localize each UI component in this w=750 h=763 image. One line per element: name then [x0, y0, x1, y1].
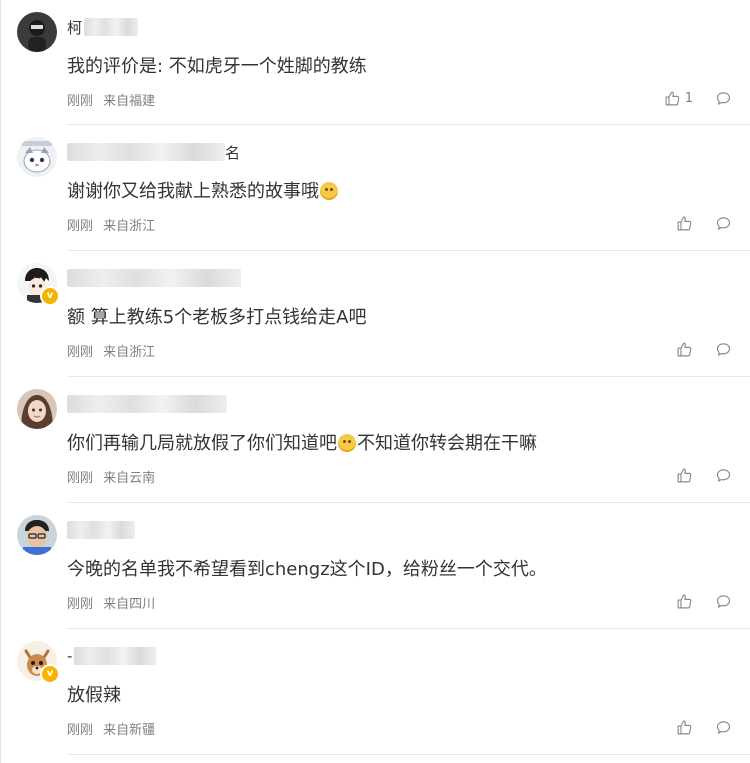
comment-meta: 刚刚 来自云南	[67, 467, 155, 486]
comment-meta: 刚刚 来自福建	[67, 90, 155, 109]
comment-actions	[676, 213, 732, 233]
username-blurred	[84, 18, 139, 36]
comment-actions: 1	[664, 88, 732, 108]
comment-item: 柯 我的评价是: 不如虎牙一个姓脚的教练 刚刚 来自福建 1	[1, 0, 750, 125]
comment-time: 刚刚	[67, 597, 94, 612]
username[interactable]: 柯	[67, 17, 139, 37]
reply-button[interactable]	[715, 467, 732, 484]
username[interactable]: 名	[67, 142, 240, 162]
comment-text-body: 谢谢你又给我献上熟悉的故事哦	[67, 181, 319, 202]
comment-time: 刚刚	[67, 219, 94, 234]
divider	[67, 754, 750, 755]
avatar-image	[17, 515, 57, 555]
thumbs-up-icon	[677, 342, 692, 356]
thumbs-up-icon	[665, 91, 680, 105]
avatar[interactable]	[17, 389, 57, 429]
comment-text: 今晚的名单我不希望看到chengz这个ID，给粉丝一个交代。	[67, 559, 547, 580]
avatar-image	[17, 389, 57, 429]
comment-actions	[676, 717, 732, 737]
like-button[interactable]	[676, 719, 693, 736]
like-button[interactable]: 1	[664, 90, 693, 107]
avatar[interactable]: v	[17, 263, 60, 306]
username-blurred	[67, 143, 225, 161]
comment-bubble-icon	[716, 91, 731, 105]
username-visible-part: -	[67, 647, 73, 665]
username[interactable]	[67, 520, 135, 540]
comment-location: 来自四川	[103, 597, 156, 612]
comment-time: 刚刚	[67, 345, 94, 360]
thumbs-up-icon	[677, 468, 692, 482]
comment-item: 你们再输几局就放假了你们知道吧 不知道你转会期在干嘛 刚刚 来自云南	[1, 377, 750, 503]
comment-item: v - 放假辣 刚刚 来自新疆	[1, 629, 750, 755]
comment-meta: 刚刚 来自浙江	[67, 341, 155, 360]
thumbs-up-icon	[677, 216, 692, 230]
username-blurred	[67, 395, 227, 413]
smile-emoji-icon	[338, 434, 356, 452]
avatar-image	[17, 137, 57, 177]
avatar[interactable]	[17, 515, 57, 555]
verified-badge-icon: v	[40, 286, 60, 306]
like-button[interactable]	[676, 215, 693, 232]
comment-meta: 刚刚 来自四川	[67, 593, 155, 612]
like-button[interactable]	[676, 593, 693, 610]
comment-meta: 刚刚 来自新疆	[67, 719, 155, 738]
comment-time: 刚刚	[67, 94, 94, 109]
username-visible-part: 名	[225, 143, 241, 162]
comment-location: 来自浙江	[103, 219, 156, 234]
avatar[interactable]	[17, 137, 57, 177]
thumbs-up-icon	[677, 720, 692, 734]
like-button[interactable]	[676, 467, 693, 484]
username-blurred	[67, 269, 241, 287]
comment-time: 刚刚	[67, 471, 94, 486]
username[interactable]: -	[67, 646, 157, 666]
like-button[interactable]	[676, 341, 693, 358]
reply-button[interactable]	[715, 215, 732, 232]
comment-bubble-icon	[716, 216, 731, 230]
comment-item: 今晚的名单我不希望看到chengz这个ID，给粉丝一个交代。 刚刚 来自四川	[1, 503, 750, 629]
comment-location: 来自云南	[103, 471, 156, 486]
username-blurred	[67, 521, 135, 539]
comment-text: 谢谢你又给我献上熟悉的故事哦	[67, 177, 339, 203]
reply-button[interactable]	[715, 719, 732, 736]
avatar[interactable]: v	[17, 641, 60, 684]
comment-actions	[676, 465, 732, 485]
comment-location: 来自新疆	[103, 723, 156, 738]
reply-button[interactable]	[715, 90, 732, 107]
comment-text-body-continued: 不知道你转会期在干嘛	[357, 433, 537, 454]
comment-text-body: 你们再输几局就放假了你们知道吧	[67, 433, 337, 454]
comment-bubble-icon	[716, 594, 731, 608]
reply-button[interactable]	[715, 593, 732, 610]
username-blurred	[74, 647, 157, 665]
thumbs-up-icon	[677, 594, 692, 608]
comment-text: 你们再输几局就放假了你们知道吧 不知道你转会期在干嘛	[67, 429, 537, 455]
comment-text: 放假辣	[67, 685, 121, 706]
verified-badge-icon: v	[40, 664, 60, 684]
comment-list: 柯 我的评价是: 不如虎牙一个姓脚的教练 刚刚 来自福建 1 名 谢谢你又给我献…	[0, 0, 750, 763]
username-visible-part: 柯	[67, 18, 83, 37]
comment-meta: 刚刚 来自浙江	[67, 215, 155, 234]
comment-bubble-icon	[716, 468, 731, 482]
like-count: 1	[684, 90, 693, 106]
avatar-image	[17, 12, 57, 52]
username[interactable]	[67, 268, 241, 288]
comment-location: 来自福建	[103, 94, 156, 109]
comment-actions	[676, 591, 732, 611]
laugh-emoji-icon	[320, 182, 338, 200]
comment-text: 我的评价是: 不如虎牙一个姓脚的教练	[67, 56, 367, 77]
comment-actions	[676, 339, 732, 359]
comment-location: 来自浙江	[103, 345, 156, 360]
reply-button[interactable]	[715, 341, 732, 358]
comment-time: 刚刚	[67, 723, 94, 738]
username[interactable]	[67, 394, 227, 414]
avatar[interactable]	[17, 12, 57, 52]
comment-bubble-icon	[716, 342, 731, 356]
comment-item: 名 谢谢你又给我献上熟悉的故事哦 刚刚 来自浙江	[1, 125, 750, 251]
comment-item: v 额 算上教练5个老板多打点钱给走A吧 刚刚 来自浙江	[1, 251, 750, 377]
comment-text: 额 算上教练5个老板多打点钱给走A吧	[67, 307, 367, 328]
comment-bubble-icon	[716, 720, 731, 734]
